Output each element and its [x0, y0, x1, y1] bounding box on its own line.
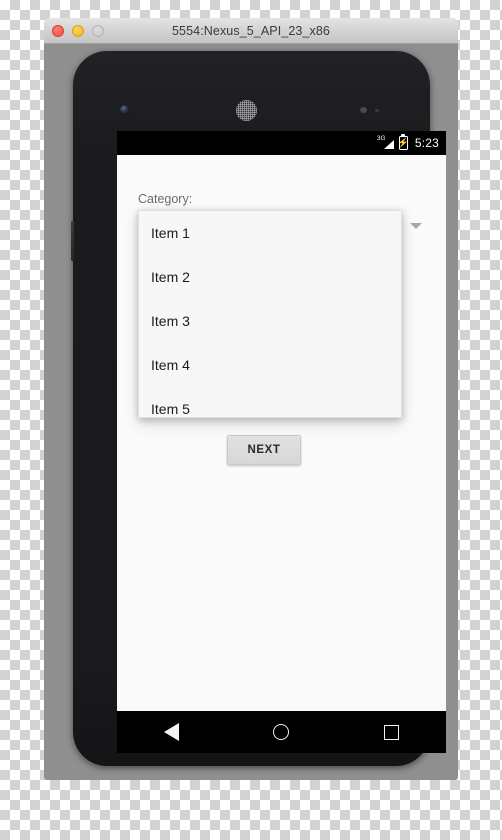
app-content: Category: Item 1 Item 2 Item 3 Item 4 It… — [117, 155, 446, 711]
emulator-window: 5554:Nexus_5_API_23_x86 3G ⚡ 5:23 Catego… — [44, 18, 458, 780]
android-status-bar: 3G ⚡ 5:23 — [117, 131, 446, 155]
list-item[interactable]: Item 4 — [139, 343, 401, 387]
battery-charging-icon: ⚡ — [397, 136, 409, 150]
proximity-sensor-icon — [360, 107, 367, 113]
back-icon — [164, 723, 180, 741]
nav-back-button[interactable] — [150, 711, 194, 753]
android-navigation-bar — [117, 711, 446, 753]
charging-bolt-icon: ⚡ — [397, 137, 409, 148]
category-label: Category: — [138, 192, 193, 206]
list-item[interactable]: Item 3 — [139, 299, 401, 343]
signal-bars-icon — [383, 140, 394, 149]
signal-3g-icon: 3G — [377, 135, 394, 150]
chevron-down-icon[interactable] — [410, 223, 422, 229]
list-item[interactable]: Item 5 — [139, 387, 401, 417]
home-icon — [273, 724, 290, 740]
earpiece-speaker-icon — [236, 100, 257, 121]
list-item[interactable]: Item 1 — [139, 211, 401, 255]
volume-button[interactable] — [71, 221, 74, 261]
phone-body: 3G ⚡ 5:23 Category: Item 1 Item 2 Item 3… — [71, 51, 446, 766]
nav-home-button[interactable] — [259, 711, 303, 753]
window-title-bar[interactable]: 5554:Nexus_5_API_23_x86 — [44, 18, 458, 44]
next-button[interactable]: NEXT — [227, 435, 301, 465]
device-frame: 3G ⚡ 5:23 Category: Item 1 Item 2 Item 3… — [44, 44, 458, 780]
status-icon-group: 3G ⚡ 5:23 — [377, 135, 439, 150]
recents-icon — [383, 724, 399, 740]
device-screen: 3G ⚡ 5:23 Category: Item 1 Item 2 Item 3… — [117, 131, 446, 711]
nav-recents-button[interactable] — [369, 711, 413, 753]
light-sensor-icon — [375, 109, 379, 112]
list-item[interactable]: Item 2 — [139, 255, 401, 299]
window-title: 5554:Nexus_5_API_23_x86 — [172, 24, 330, 38]
spinner-dropdown-popup[interactable]: Item 1 Item 2 Item 3 Item 4 Item 5 Item … — [138, 210, 402, 418]
status-bar-clock: 5:23 — [414, 136, 439, 150]
front-camera-icon — [120, 105, 129, 114]
